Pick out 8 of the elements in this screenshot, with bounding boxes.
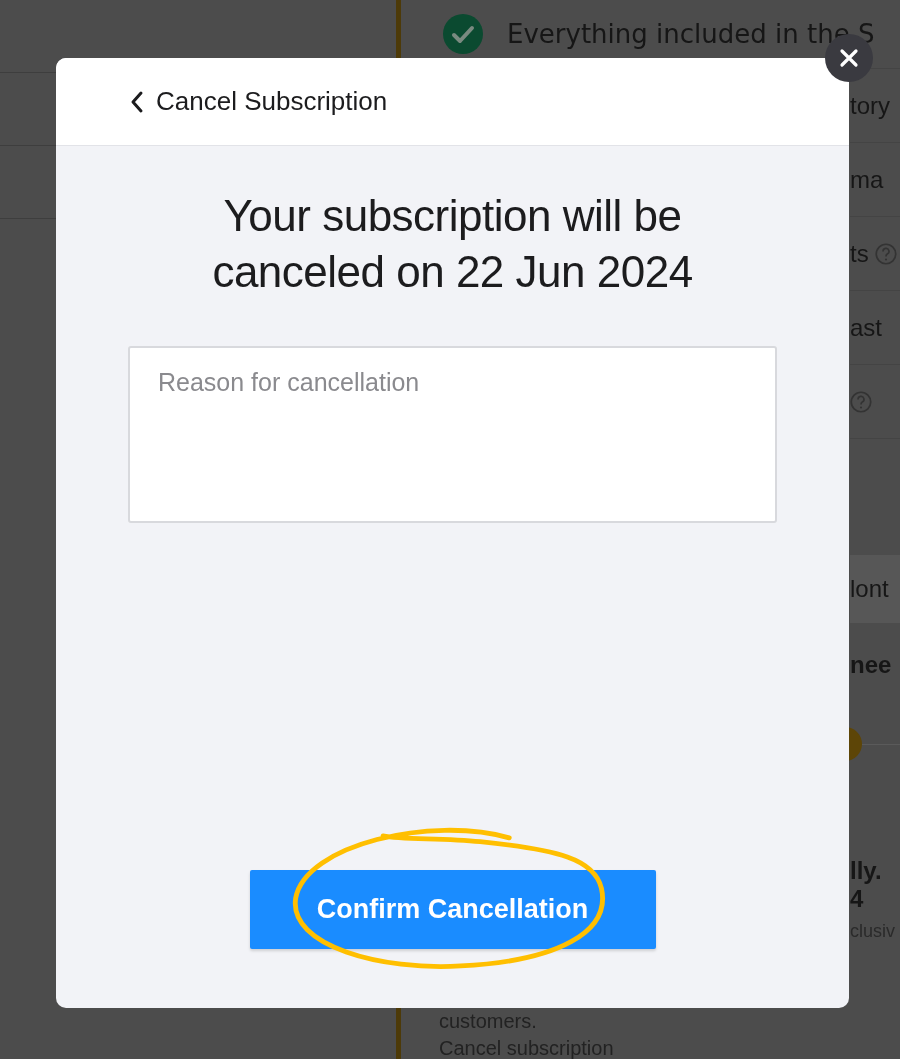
chevron-left-icon [130, 89, 144, 114]
check-circle-icon [443, 14, 483, 54]
dialog-title: Your subscription will be canceled on 22 Jun 2024 [211, 190, 694, 298]
back-button[interactable]: Cancel Subscription [130, 86, 388, 117]
plan-tab[interactable]: lont [850, 555, 900, 623]
close-icon [839, 48, 859, 68]
confirm-button[interactable]: Confirm Cancellation [249, 870, 656, 949]
reason-field[interactable]: Reason for cancellation [128, 346, 777, 523]
